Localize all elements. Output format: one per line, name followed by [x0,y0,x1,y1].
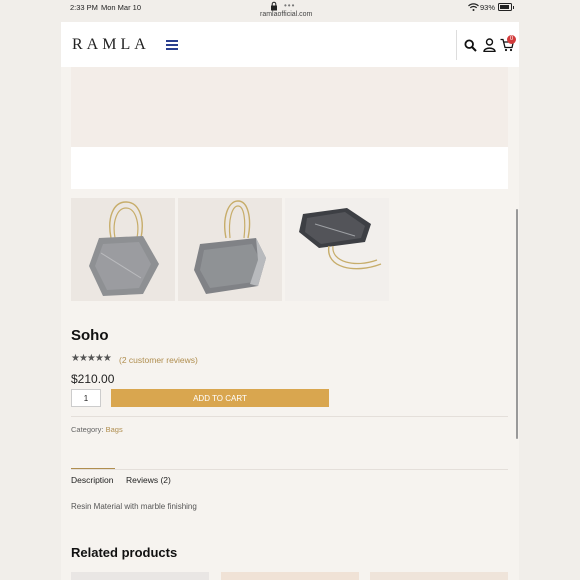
product-content: Soho ★★★★★ (2 customer reviews) $210.00 … [61,67,519,580]
gallery-thumbnail-3[interactable] [285,198,389,301]
gallery-thumbnail-1[interactable] [71,198,175,301]
divider [71,416,508,417]
image-bottom-strip [71,147,508,189]
star-rating: ★★★★★ [71,353,112,364]
site-logo[interactable]: RAMLA [72,36,150,54]
quantity-input[interactable]: 1 [71,389,101,407]
product-title: Soho [71,327,109,344]
category-link[interactable]: Bags [106,425,123,434]
related-product-card[interactable] [71,572,209,580]
related-product-card[interactable] [221,572,359,580]
gallery-thumbnail-2[interactable] [178,198,282,301]
main-product-image[interactable] [71,67,508,147]
user-icon[interactable] [483,38,496,52]
hamburger-icon[interactable] [166,40,178,50]
add-to-cart-button[interactable]: ADD TO CART [111,389,329,407]
description-text: Resin Material with marble finishing [71,502,197,511]
battery-percent: 93% [480,3,496,12]
battery-icon [498,3,514,11]
wifi-icon [468,3,479,11]
lock-icon [271,1,277,11]
web-page: RAMLA 0 Soho ★★★★★ (2 customer reviews) … [61,22,519,580]
cart-count-badge: 0 [507,35,516,44]
related-product-card[interactable] [370,572,508,580]
status-time: 2:33 PM [70,3,98,12]
customer-reviews-link[interactable]: (2 customer reviews) [119,355,198,365]
site-header: RAMLA 0 [61,22,519,68]
page-scrollbar[interactable] [516,209,518,439]
tab-description[interactable]: Description [71,475,114,485]
related-products-heading: Related products [71,545,178,560]
tab-dots-icon[interactable]: ••• [284,1,295,10]
tabs-divider [71,469,508,470]
product-price: $210.00 [71,372,115,386]
status-bar: 2:33 PM Mon Mar 10 ••• ramlaofficial.com… [0,0,580,22]
search-icon[interactable] [464,39,477,52]
address-bar-url[interactable]: ramlaofficial.com [260,11,312,18]
product-category: Category: Bags [71,425,123,434]
category-label: Category: [71,425,104,434]
header-divider [456,30,457,60]
tab-reviews[interactable]: Reviews (2) [126,475,171,485]
status-date: Mon Mar 10 [101,3,142,12]
